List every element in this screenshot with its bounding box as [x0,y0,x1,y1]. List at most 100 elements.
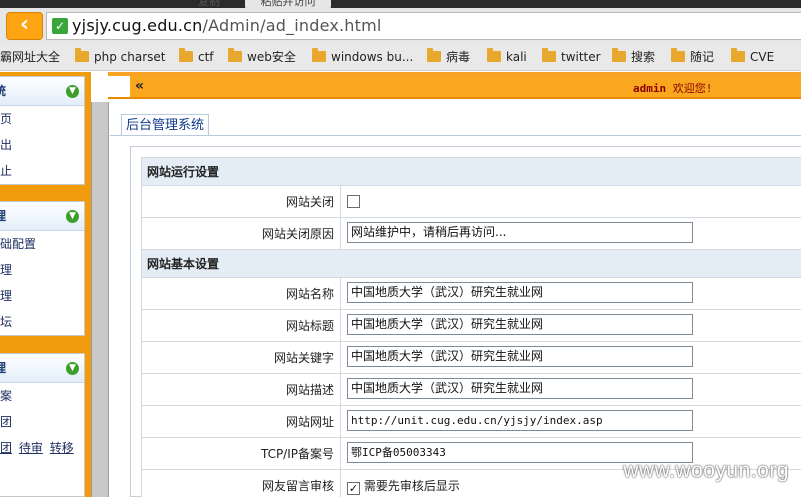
field-label: 网友留言审核 [141,469,341,497]
url-text[interactable]: yjsjy.cug.edu.cn/Admin/ad_index.html [72,16,382,35]
folder-icon [312,48,326,62]
folder-icon [427,48,441,62]
bookmark-item[interactable]: 随记 [671,48,714,64]
top-bar-inner: « admin 欢迎您! [108,76,801,97]
back-arrow-icon: ‹ [19,12,30,37]
description-input[interactable]: 中国地质大学（武汉）研究生就业网 [347,377,693,399]
expand-down-icon[interactable]: ▼ [66,85,79,98]
bookmark-item[interactable]: twitter [542,48,601,64]
bookmark-item[interactable]: web安全 [228,48,296,64]
sidebar-item[interactable]: 团 [0,409,84,435]
sidebar-item[interactable]: 案 [0,383,84,409]
table-row: 网站关闭原因 网站维护中，请稍后再访问... [141,217,801,250]
keywords-input[interactable]: 中国地质大学（武汉）研究生就业网 [347,345,693,367]
sidebar-column: 统 ▼ 页 出 止 理 ▼ 础配置 理 理 坛 理 ▼ 案 团 团 待审 转移 [0,72,85,497]
address-bar[interactable]: ✓ yjsjy.cug.edu.cn/Admin/ad_index.html [46,12,801,40]
table-row: 网站描述 中国地质大学（武汉）研究生就业网 [141,373,801,406]
table-row: 网站关闭 [141,185,801,218]
screenshot-root: 复制 粘贴并访问 ‹ ✓ yjsjy.cug.edu.cn/Admin/ad_i… [0,0,801,497]
bookmark-item[interactable]: CVE [731,48,774,64]
sidebar-group-1: 统 ▼ 页 出 止 [0,76,85,185]
field-label: 网站关闭原因 [141,217,341,250]
review-checkbox[interactable]: ✓ [347,481,360,495]
site-title-input[interactable]: 中国地质大学（武汉）研究生就业网 [347,313,693,335]
url-path: /Admin/ad_index.html [202,16,382,35]
folder-icon [612,48,626,62]
welcome-suffix: 欢迎您! [672,82,713,95]
bookmark-item[interactable]: kali [487,48,527,64]
folder-icon [542,48,556,62]
sidebar-item[interactable]: 出 [0,132,84,158]
section-header-basic: 网站基本设置 [141,249,801,278]
sidebar-group-3: 理 ▼ 案 团 团 待审 转移 [0,353,85,497]
expand-down-icon[interactable]: ▼ [66,362,79,375]
collapse-sidebar-icon[interactable]: « [135,78,144,94]
secure-check-icon: ✓ [52,18,68,34]
folder-icon [179,48,193,62]
section-title: 网站基本设置 [141,249,801,278]
section-header-run: 网站运行设置 [141,157,801,186]
folder-icon [487,48,501,62]
field-label: 网站关闭 [141,185,341,218]
table-row: 网站关键字 中国地质大学（武汉）研究生就业网 [141,341,801,374]
folder-icon [75,48,89,62]
folder-icon [228,48,242,62]
sidebar-link-transfer[interactable]: 转移 [50,441,74,455]
sidebar-group-header[interactable]: 理 ▼ [0,354,84,383]
table-row: 网站标题 中国地质大学（武汉）研究生就业网 [141,309,801,342]
expand-down-icon[interactable]: ▼ [66,210,79,223]
sidebar-group-header[interactable]: 统 ▼ [0,77,84,106]
sidebar-group-header[interactable]: 理 ▼ [0,202,84,231]
sidebar-item[interactable]: 础配置 [0,231,84,257]
site-closed-checkbox[interactable] [347,194,360,208]
bookmark-item[interactable]: php charset [75,48,165,64]
sidebar-item[interactable]: 理 [0,283,84,309]
tab-admin-system[interactable]: 后台管理系统 [121,114,210,136]
admin-page: 统 ▼ 页 出 止 理 ▼ 础配置 理 理 坛 理 ▼ 案 团 团 待审 转移 … [0,72,801,497]
close-reason-input[interactable]: 网站维护中，请稍后再访问... [347,221,693,243]
context-paste-go[interactable]: 粘贴并访问 [245,0,331,12]
bookmark-item[interactable]: 病毒 [427,48,470,64]
sidebar: 统 ▼ 页 出 止 理 ▼ 础配置 理 理 坛 理 ▼ 案 团 团 待审 转移 [0,72,91,497]
frame-divider[interactable] [91,102,109,497]
site-url-input[interactable]: http://unit.cug.edu.cn/yjsjy/index.asp [347,409,693,431]
review-option-label: 需要先审核后显示 [363,478,460,493]
field-label: 网站关键字 [141,341,341,374]
bookmark-item[interactable]: 搜索 [612,48,655,64]
sidebar-link-pending[interactable]: 待审 [19,441,43,455]
settings-table: 网站运行设置 网站关闭 网站关闭原因 网站维护中，请稍后再访问... 网站基本设… [141,157,801,497]
admin-name: admin [633,82,667,95]
sidebar-group-2: 理 ▼ 础配置 理 理 坛 [0,201,85,336]
context-copy[interactable]: 复制 [198,0,220,7]
main-content: 后台管理系统 网站运行设置 网站关闭 网站关闭原因 网站维护中，请稍后再访问..… [110,102,801,497]
sidebar-link[interactable]: 团 [0,441,12,455]
table-row: 网站网址 http://unit.cug.edu.cn/yjsjy/index.… [141,405,801,438]
bookmark-item[interactable]: 霸网址大全 [0,50,60,64]
url-host: yjsjy.cug.edu.cn [72,16,203,35]
back-button[interactable]: ‹ [6,12,43,40]
folder-icon [671,48,685,62]
top-bar: « admin 欢迎您! [108,72,801,99]
sidebar-item[interactable]: 理 [0,257,84,283]
welcome-text: admin 欢迎您! [633,80,712,96]
bookmark-item[interactable]: ctf [179,48,214,64]
browser-toolbar: 复制 粘贴并访问 ‹ ✓ yjsjy.cug.edu.cn/Admin/ad_i… [0,0,801,43]
watermark: www.wooyun.org [623,459,789,482]
field-label: 网站标题 [141,309,341,342]
table-row: 网站名称 中国地质大学（武汉）研究生就业网 [141,277,801,310]
bookmark-item[interactable]: windows bu... [312,48,413,64]
field-label: 网站网址 [141,405,341,438]
field-label: TCP/IP备案号 [141,437,341,470]
settings-form: 网站运行设置 网站关闭 网站关闭原因 网站维护中，请稍后再访问... 网站基本设… [130,146,801,497]
tab-strip [0,0,801,8]
field-label: 网站描述 [141,373,341,406]
sidebar-item[interactable]: 止 [0,158,84,184]
bookmarks-bar: 霸网址大全 php charset ctf web安全 windows bu..… [0,43,801,71]
sidebar-item[interactable]: 坛 [0,309,84,335]
folder-icon [731,48,745,62]
sidebar-item-links: 团 待审 转移 [0,435,84,461]
field-label: 网站名称 [141,277,341,310]
sidebar-item[interactable]: 页 [0,106,84,132]
section-title: 网站运行设置 [141,157,801,186]
site-name-input[interactable]: 中国地质大学（武汉）研究生就业网 [347,281,693,303]
